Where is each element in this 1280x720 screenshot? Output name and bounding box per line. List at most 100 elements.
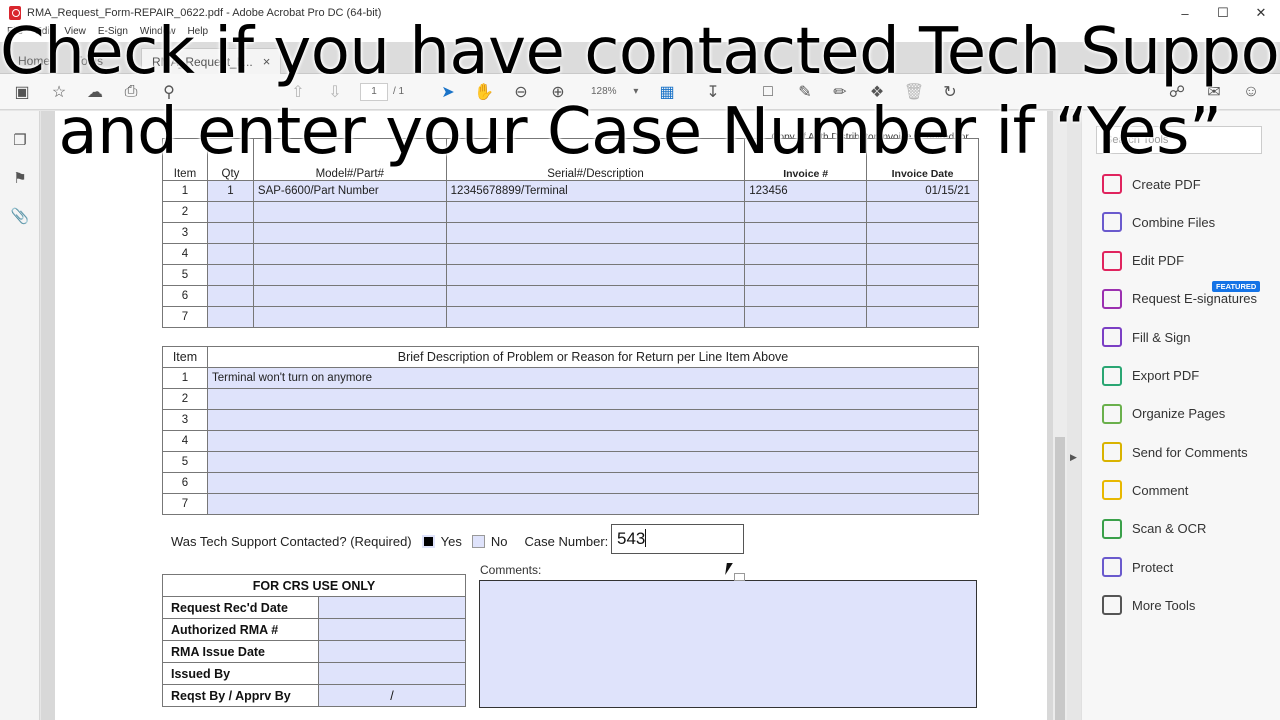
scan-ocr-icon xyxy=(1102,518,1122,539)
problem-item-header: Item xyxy=(162,346,208,368)
model-field[interactable] xyxy=(252,306,447,328)
model-field[interactable] xyxy=(252,243,447,265)
vertical-scrollbar[interactable] xyxy=(1053,111,1067,720)
tool-item[interactable]: Combine Files xyxy=(1102,211,1215,233)
parts-item-number: 5 xyxy=(162,264,208,286)
case-number-value: 543 xyxy=(617,529,646,548)
tool-item[interactable]: Edit PDF xyxy=(1102,250,1184,272)
problem-row: 2 xyxy=(162,388,980,410)
no-label: No xyxy=(490,533,508,549)
tool-label: Comment xyxy=(1132,482,1189,498)
crs-row-label: Reqst By / Apprv By xyxy=(162,684,319,707)
tool-item[interactable]: Scan & OCR xyxy=(1102,518,1206,540)
tool-label: Combine Files xyxy=(1132,214,1216,230)
fill-sign-icon xyxy=(1102,327,1122,348)
tool-item[interactable]: Fill & Sign xyxy=(1102,326,1191,348)
attachments-icon[interactable]: 📎 xyxy=(11,207,30,225)
problem-desc-field[interactable] xyxy=(206,493,980,515)
crs-row-field[interactable] xyxy=(318,596,466,619)
serial-field[interactable] xyxy=(445,201,746,223)
problem-row: 4 xyxy=(162,430,980,452)
model-field[interactable] xyxy=(252,222,447,244)
caption-line-1: Check if you have contacted Tech Support xyxy=(0,15,1280,89)
problem-desc-field[interactable] xyxy=(206,430,980,452)
problem-row: 6 xyxy=(162,472,980,494)
crs-use-table: FOR CRS USE ONLY Request Rec'd Date Auth… xyxy=(162,574,466,707)
tool-item[interactable]: Organize Pages xyxy=(1102,403,1225,425)
serial-field[interactable] xyxy=(445,285,746,307)
serial-field[interactable] xyxy=(445,264,746,286)
text-caret xyxy=(645,529,647,547)
qty-field[interactable] xyxy=(206,222,254,244)
tool-item[interactable]: Export PDF xyxy=(1102,365,1199,387)
yes-label: Yes xyxy=(440,533,462,549)
invoice-field[interactable]: 123456 xyxy=(744,180,868,202)
parts-item-number: 1 xyxy=(162,180,208,202)
invoice-date-field[interactable] xyxy=(866,264,979,286)
comments-label: Comments: xyxy=(480,563,542,577)
crs-row-label: RMA Issue Date xyxy=(162,640,319,663)
case-number-input[interactable]: 543 xyxy=(611,524,744,554)
invoice-field[interactable] xyxy=(744,222,868,244)
tool-item[interactable]: More Tools xyxy=(1102,594,1195,616)
qty-field[interactable] xyxy=(206,201,254,223)
scrollbar-thumb[interactable] xyxy=(1055,437,1065,720)
crs-row-field[interactable] xyxy=(318,618,466,641)
model-field[interactable] xyxy=(252,201,447,223)
serial-field[interactable] xyxy=(445,222,746,244)
tool-item[interactable]: Create PDF xyxy=(1102,173,1201,195)
tool-label: Edit PDF xyxy=(1132,253,1185,269)
tool-item[interactable]: Comment xyxy=(1102,479,1188,501)
invoice-date-field[interactable] xyxy=(866,222,979,244)
crs-row: RMA Issue Date xyxy=(162,640,466,663)
invoice-field[interactable] xyxy=(744,201,868,223)
invoice-field[interactable] xyxy=(744,285,868,307)
qty-field[interactable] xyxy=(206,264,254,286)
parts-row: 3 xyxy=(162,222,979,244)
tool-label: More Tools xyxy=(1132,597,1196,613)
model-field[interactable] xyxy=(252,264,447,286)
crs-row-field[interactable] xyxy=(318,640,466,663)
serial-field[interactable] xyxy=(445,243,746,265)
problem-desc-field[interactable] xyxy=(206,388,980,410)
invoice-date-field[interactable]: 01/15/21 xyxy=(866,180,979,202)
problem-desc-field[interactable] xyxy=(206,451,980,473)
no-checkbox[interactable] xyxy=(471,534,485,548)
serial-field[interactable] xyxy=(445,306,746,328)
tool-label: Organize Pages xyxy=(1132,406,1226,422)
bookmarks-icon[interactable]: ⚑ xyxy=(11,169,29,187)
parts-row: 5 xyxy=(162,264,979,286)
comments-field[interactable] xyxy=(479,580,977,708)
tool-item[interactable]: Send for Comments xyxy=(1102,441,1248,463)
problem-table: Item Brief Description of Problem or Rea… xyxy=(162,346,980,515)
crs-row-field[interactable]: / xyxy=(318,684,466,707)
yes-checkbox[interactable] xyxy=(421,534,435,548)
serial-field[interactable]: 12345678899/Terminal xyxy=(445,180,746,202)
collapse-right-pane-icon[interactable]: ▶ xyxy=(1070,452,1077,463)
create-pdf-icon xyxy=(1102,174,1122,194)
parts-row: 4 xyxy=(162,243,979,265)
invoice-date-field[interactable] xyxy=(866,306,979,328)
tool-label: Protect xyxy=(1132,559,1174,575)
invoice-field[interactable] xyxy=(744,264,868,286)
tool-item[interactable]: Protect xyxy=(1102,556,1173,578)
invoice-field[interactable] xyxy=(744,243,868,265)
problem-desc-field[interactable] xyxy=(206,409,980,431)
parts-item-number: 3 xyxy=(162,222,208,244)
crs-row-field[interactable] xyxy=(318,662,466,685)
qty-field[interactable] xyxy=(206,306,254,328)
model-field[interactable]: SAP-6600/Part Number xyxy=(252,180,447,202)
invoice-date-field[interactable] xyxy=(866,285,979,307)
invoice-date-field[interactable] xyxy=(866,243,979,265)
problem-row: 3 xyxy=(162,409,980,431)
parts-item-number: 6 xyxy=(162,285,208,307)
qty-field[interactable]: 1 xyxy=(206,180,254,202)
invoice-field[interactable] xyxy=(744,306,868,328)
problem-desc-field[interactable]: Terminal won't turn on anymore xyxy=(206,367,980,389)
qty-field[interactable] xyxy=(206,285,254,307)
qty-field[interactable] xyxy=(206,243,254,265)
problem-desc-field[interactable] xyxy=(206,472,980,494)
tool-label: Request E-signatures xyxy=(1132,291,1258,307)
invoice-date-field[interactable] xyxy=(866,201,979,223)
model-field[interactable] xyxy=(252,285,447,307)
